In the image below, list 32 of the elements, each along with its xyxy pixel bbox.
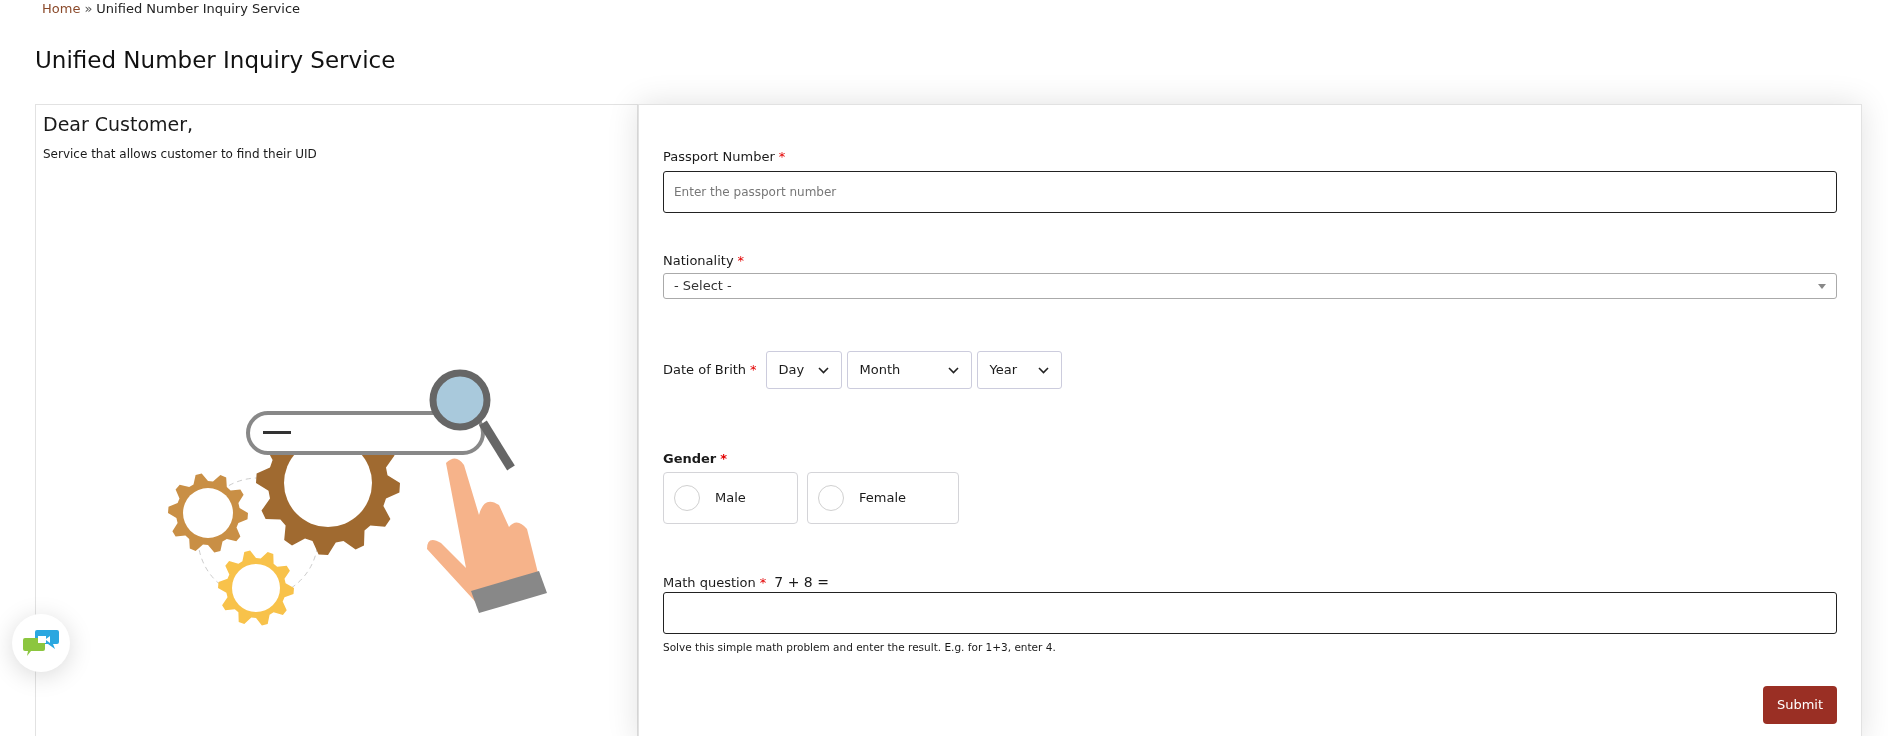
greeting-heading: Dear Customer, <box>43 112 194 137</box>
breadcrumb-separator: » <box>84 0 93 19</box>
hint-text: Solve this simple math problem and enter the result. E.g. for 1+3, enter 4. <box>663 640 1056 655</box>
radio-option[interactable]: Female <box>807 472 959 524</box>
required-asterisk: * <box>750 361 757 380</box>
required-asterisk: * <box>778 148 786 166</box>
page-title: Unified Number Inquiry Service <box>35 46 397 75</box>
field-label: Gender <box>663 450 717 468</box>
field-label: Nationality <box>663 252 734 270</box>
radio-option[interactable]: Male <box>663 472 798 524</box>
date-dropdown[interactable]: Month <box>846 351 972 389</box>
field-label: Math question <box>663 574 756 592</box>
date-dropdown[interactable]: Day <box>765 351 842 389</box>
passport-input[interactable]: Enter the passport number <box>663 171 1837 213</box>
home-link[interactable]: Home <box>42 0 81 19</box>
field-label: Date of Brith <box>663 361 747 380</box>
video-chat-icon <box>21 628 61 658</box>
dropdown-arrow-icon <box>1818 283 1826 289</box>
intro-text: Service that allows customer to find their UID <box>43 146 317 163</box>
required-asterisk: * <box>737 252 745 270</box>
field-label: Passport Number <box>663 148 775 166</box>
date-dropdown[interactable]: Year <box>976 351 1062 389</box>
submit-button[interactable]: Submit <box>1763 685 1837 724</box>
answer-input[interactable] <box>663 592 1837 634</box>
chevron-down-icon <box>1037 366 1049 374</box>
chevron-down-icon <box>817 366 829 374</box>
required-asterisk: * <box>720 450 728 468</box>
required-asterisk: * <box>759 574 767 592</box>
chevron-down-icon <box>947 366 959 374</box>
nationality-dropdown[interactable]: - Select - <box>663 273 1837 299</box>
math-question: 7 + 8 = <box>774 573 829 592</box>
breadcrumb-current: Unified Number Inquiry Service <box>96 0 301 19</box>
